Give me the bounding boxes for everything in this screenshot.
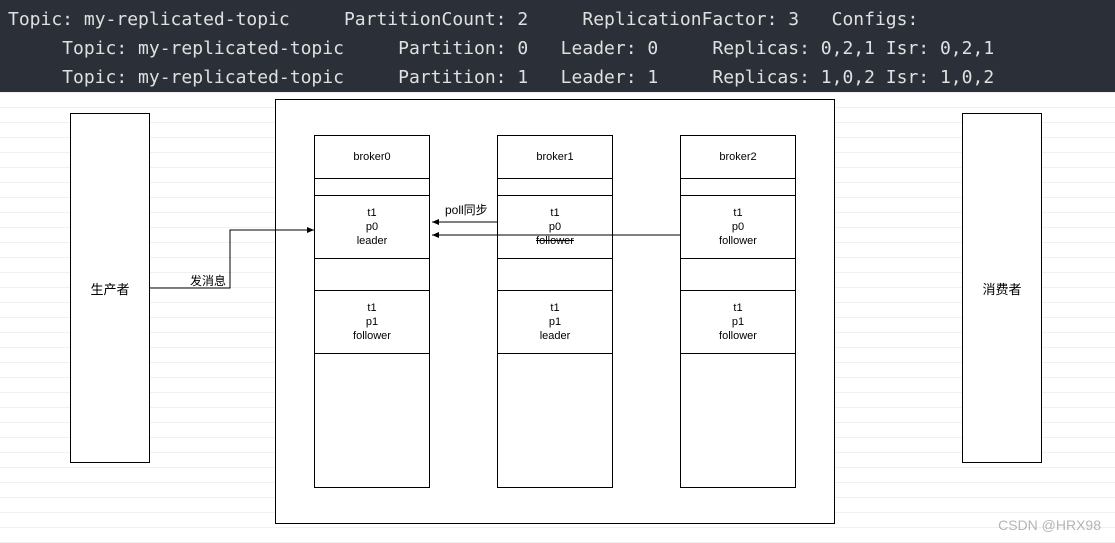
broker0-head: broker0	[314, 135, 430, 179]
broker1-p0-role: follower	[536, 234, 574, 248]
broker0-p1: t1 p1 follower	[314, 290, 430, 354]
broker0-p1-role: follower	[353, 329, 391, 343]
broker0-p0-topic: t1	[367, 206, 376, 220]
broker2-p1-part: p1	[732, 315, 744, 329]
broker2-p1: t1 p1 follower	[680, 290, 796, 354]
poll-sync-label: poll同步	[445, 201, 488, 218]
broker1-name: broker1	[536, 151, 573, 163]
consumer-box: 消费者	[962, 113, 1042, 463]
broker1-p0-part: p0	[549, 220, 561, 234]
broker2-name: broker2	[719, 151, 756, 163]
broker2-p0-part: p0	[732, 220, 744, 234]
broker1-p1-topic: t1	[550, 301, 559, 315]
broker0-p1-topic: t1	[367, 301, 376, 315]
broker1-p1-role: leader	[540, 329, 571, 343]
broker1-p1-part: p1	[549, 315, 561, 329]
broker2-p0-topic: t1	[733, 206, 742, 220]
broker0-p1-part: p1	[366, 315, 378, 329]
producer-label: 生产者	[90, 279, 129, 298]
terminal-output: Topic: my-replicated-topic PartitionCoun…	[0, 0, 1115, 92]
broker1-p0: t1 p0 follower	[497, 195, 613, 259]
broker0-p0-part: p0	[366, 220, 378, 234]
send-msg-label: 发消息	[190, 272, 226, 289]
broker2-p0: t1 p0 follower	[680, 195, 796, 259]
broker2-p1-topic: t1	[733, 301, 742, 315]
broker0-p0: t1 p0 leader	[314, 195, 430, 259]
broker0-p0-role: leader	[357, 234, 388, 248]
broker2-p1-role: follower	[719, 329, 757, 343]
broker2-head: broker2	[680, 135, 796, 179]
watermark: CSDN @HRX98	[998, 517, 1101, 533]
producer-box: 生产者	[70, 113, 150, 463]
consumer-label: 消费者	[982, 279, 1021, 298]
broker1-p0-topic: t1	[550, 206, 559, 220]
broker1-head: broker1	[497, 135, 613, 179]
broker2-p0-role: follower	[719, 234, 757, 248]
broker0-name: broker0	[353, 151, 390, 163]
broker1-p1: t1 p1 leader	[497, 290, 613, 354]
